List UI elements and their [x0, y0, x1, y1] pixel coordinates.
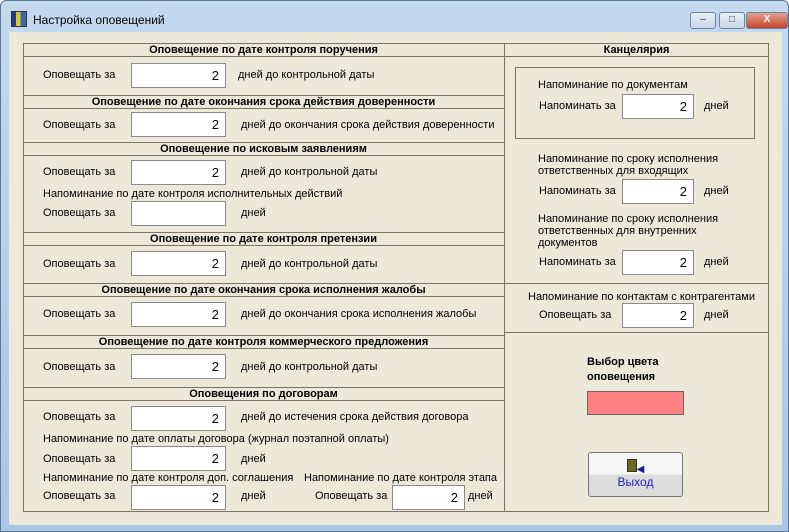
- label: дней до контрольной даты: [241, 361, 378, 373]
- label: дней до окончания срока исполнения жалоб…: [241, 308, 477, 320]
- exit-button[interactable]: ◀ Выход: [588, 452, 683, 497]
- s7-payment-days-input[interactable]: 2: [131, 446, 226, 471]
- label: Напоминание по документам: [538, 79, 688, 91]
- label: Напоминание по контактам с контрагентами: [528, 291, 755, 303]
- label: Напоминание по дате контроля доп. соглаш…: [43, 472, 294, 484]
- label: дней до истечения срока действия договор…: [241, 411, 469, 423]
- notification-color-swatch[interactable]: [587, 391, 684, 415]
- divider: [504, 332, 769, 333]
- label: Оповещать за: [43, 258, 116, 270]
- label: Оповещать за: [539, 309, 612, 321]
- label: Напоминать за: [539, 100, 616, 112]
- s6-days-input[interactable]: 2: [131, 354, 226, 379]
- label: Оповещать за: [43, 490, 116, 502]
- maximize-button[interactable]: □: [719, 12, 745, 29]
- label: дней до окончания срока действия доверен…: [241, 119, 495, 131]
- s2-days-input[interactable]: 2: [131, 112, 226, 137]
- label: Оповещать за: [315, 490, 388, 502]
- s3-exec-days-input[interactable]: [131, 201, 226, 226]
- incoming-days-input[interactable]: 2: [622, 179, 694, 204]
- section-header: Оповещение по дате окончания срока дейст…: [23, 95, 504, 109]
- section-header: Оповещение по исковым заявлениям: [23, 142, 504, 156]
- label: документов: [538, 237, 598, 249]
- label: ответственных для внутренних: [538, 225, 697, 237]
- contacts-days-input[interactable]: 2: [622, 303, 694, 328]
- label: ответственных для входящих: [538, 165, 689, 177]
- close-button[interactable]: X: [746, 12, 788, 29]
- label: Напоминание по дате оплаты договора (жур…: [43, 433, 389, 445]
- window-title: Настройка оповещений: [33, 13, 165, 27]
- label: Напоминание по сроку исполнения: [538, 213, 719, 225]
- internal-days-input[interactable]: 2: [622, 250, 694, 275]
- label: Оповещать за: [43, 453, 116, 465]
- label: дней: [704, 256, 729, 268]
- label: дней: [241, 453, 266, 465]
- label: дней до контрольной даты: [238, 69, 375, 81]
- label: Оповещать за: [43, 411, 116, 423]
- s7-stage-days-input[interactable]: 2: [392, 485, 465, 510]
- s5-days-input[interactable]: 2: [131, 302, 226, 327]
- label: дней до контрольной даты: [241, 166, 378, 178]
- docs-days-input[interactable]: 2: [622, 94, 694, 119]
- label: Выбор цвета: [587, 356, 659, 368]
- label: Напоминать за: [539, 256, 616, 268]
- label: дней: [704, 309, 729, 321]
- label: дней: [468, 490, 493, 502]
- section-header: Оповещение по дате контроля поручения: [23, 43, 504, 57]
- label: дней до контрольной даты: [241, 258, 378, 270]
- section-header: Оповещение по дате контроля коммерческог…: [23, 335, 504, 349]
- section-header: Канцелярия: [504, 43, 769, 57]
- label: дней: [241, 207, 266, 219]
- minimize-button[interactable]: –: [690, 12, 716, 29]
- divider: [504, 283, 769, 284]
- arrow-icon: ◀: [636, 464, 645, 475]
- label: дней: [704, 100, 729, 112]
- s3-days-input[interactable]: 2: [131, 160, 226, 185]
- client-area: Оповещение по дате контроля поручения Оп…: [9, 32, 782, 525]
- label: Оповещать за: [43, 207, 116, 219]
- label: дней: [704, 185, 729, 197]
- s7-days-input[interactable]: 2: [131, 406, 226, 431]
- section-header: Оповещения по договорам: [23, 387, 504, 401]
- label: дней: [241, 490, 266, 502]
- s7-addendum-days-input[interactable]: 2: [131, 485, 226, 510]
- divider: [504, 43, 505, 512]
- label: Напоминание по дате контроля исполнитель…: [43, 188, 343, 200]
- label: оповещения: [587, 371, 656, 383]
- exit-label: Выход: [617, 475, 654, 489]
- label: Оповещать за: [43, 119, 116, 131]
- s4-days-input[interactable]: 2: [131, 251, 226, 276]
- label: Оповещать за: [43, 361, 116, 373]
- app-icon: [11, 11, 27, 27]
- section-header: Оповещение по дате контроля претензии: [23, 232, 504, 246]
- window: Настройка оповещений – □ X Оповещение по…: [0, 0, 789, 532]
- label: Напоминание по дате контроля этапа: [304, 472, 498, 484]
- label: Оповещать за: [43, 166, 116, 178]
- exit-door-icon: [626, 459, 637, 472]
- section-header: Оповещение по дате окончания срока испол…: [23, 283, 504, 297]
- label: Оповещать за: [43, 69, 116, 81]
- label: Оповещать за: [43, 308, 116, 320]
- label: Напоминать за: [539, 185, 616, 197]
- s1-days-input[interactable]: 2: [131, 63, 226, 88]
- label: Напоминание по сроку исполнения: [538, 153, 719, 165]
